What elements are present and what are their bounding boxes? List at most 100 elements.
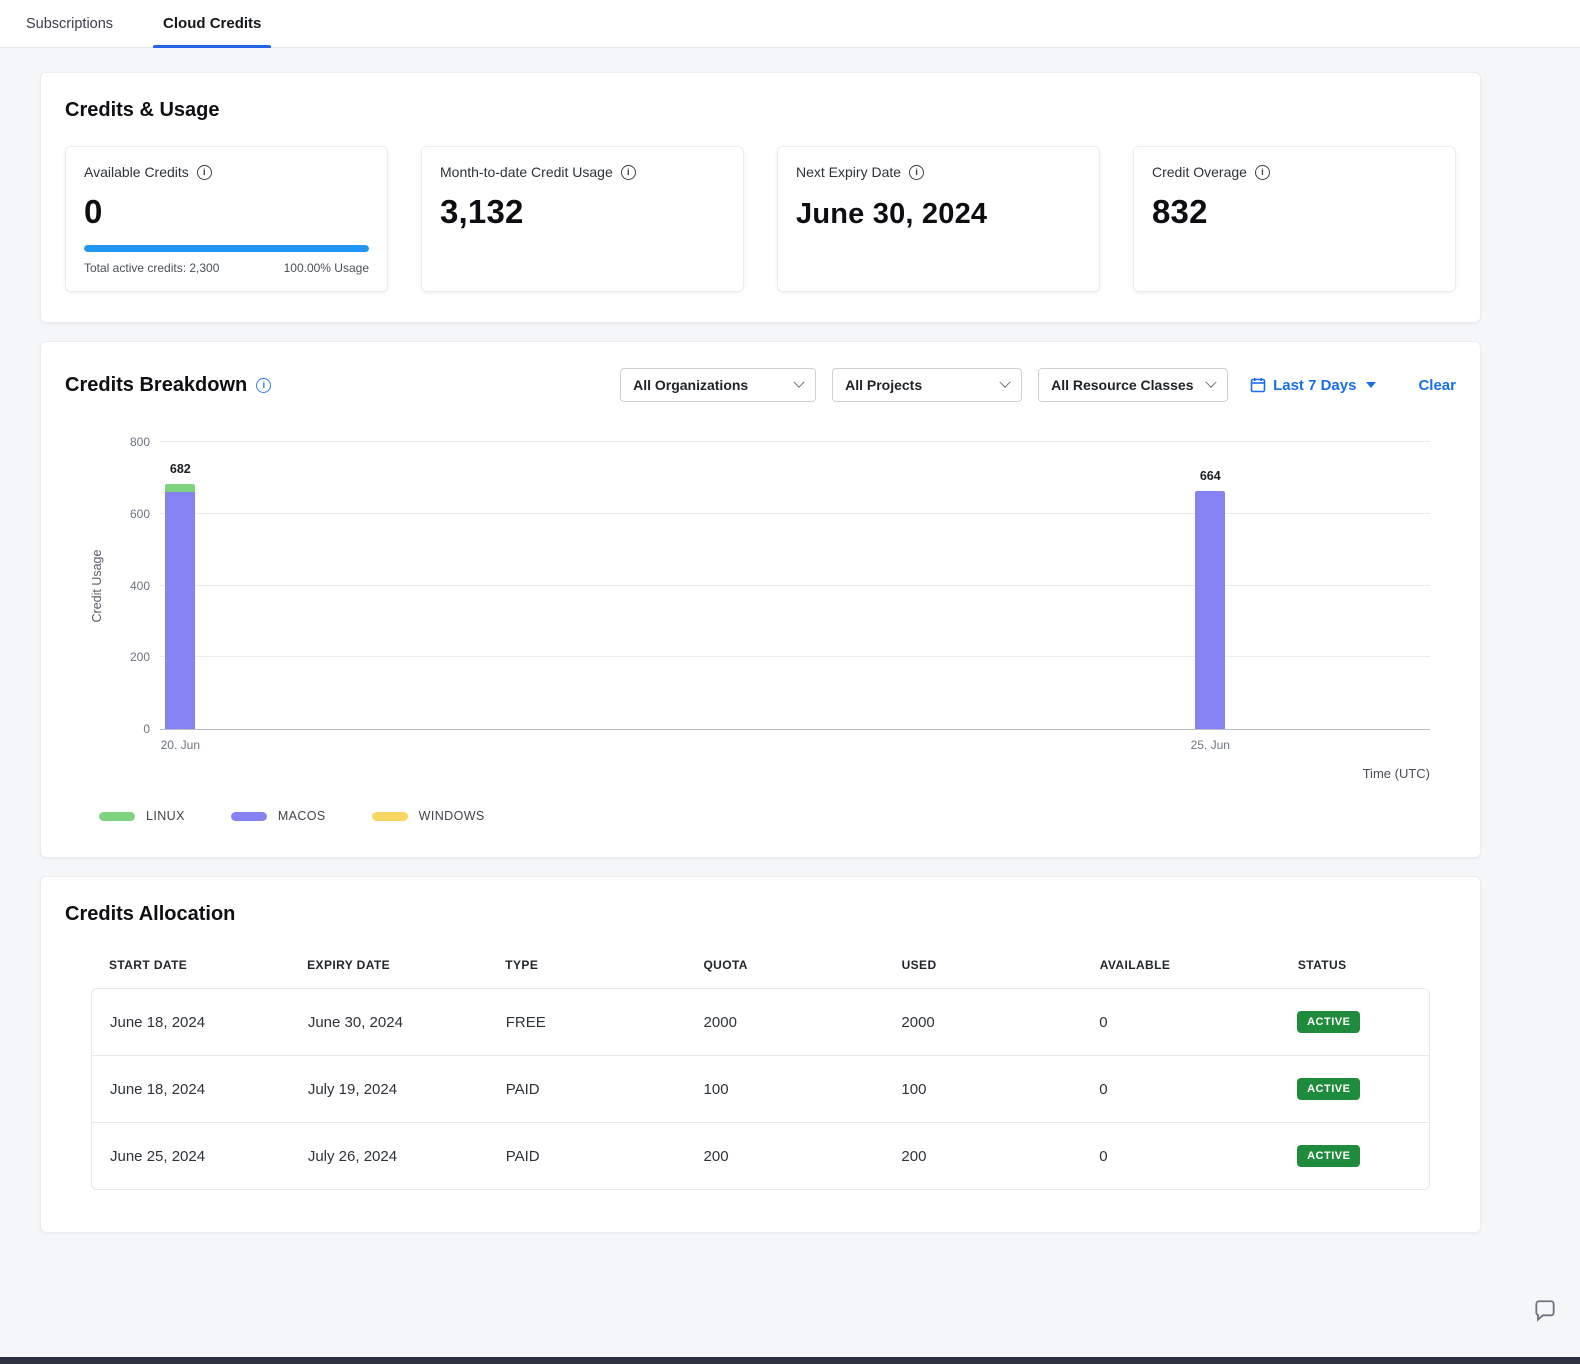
y-tick-label: 400 — [108, 579, 150, 593]
table-cell-available: 0 — [1081, 1148, 1279, 1165]
gridline — [160, 585, 1430, 586]
caret-down-icon — [1366, 382, 1376, 388]
table-cell-type: PAID — [488, 1148, 686, 1165]
table-cell-status: ACTIVE — [1279, 1011, 1429, 1033]
chevron-down-icon — [793, 377, 804, 388]
allocation-table-body: June 18, 2024June 30, 2024FREE200020000A… — [91, 988, 1430, 1190]
available-credits-value: 0 — [84, 193, 369, 231]
total-active-credits: Total active credits: 2,300 — [84, 261, 219, 275]
column-header: QUOTA — [685, 958, 883, 972]
top-tab-bar: Subscriptions Cloud Credits — [0, 0, 1580, 48]
clear-filters-button[interactable]: Clear — [1418, 377, 1456, 394]
table-cell-start: June 25, 2024 — [92, 1148, 290, 1165]
tab-subscriptions[interactable]: Subscriptions — [22, 0, 117, 47]
legend-label: LINUX — [146, 809, 185, 823]
table-cell-expiry: June 30, 2024 — [290, 1014, 488, 1031]
next-expiry-value: June 30, 2024 — [796, 198, 1081, 231]
mtd-usage-value: 3,132 — [440, 193, 725, 231]
legend-label: WINDOWS — [419, 809, 485, 823]
legend-swatch — [231, 812, 267, 821]
status-badge: ACTIVE — [1297, 1145, 1360, 1167]
bar-25-jun[interactable]: 664 — [1195, 491, 1225, 729]
stats-row: Available Credits 0 Total active credits… — [65, 146, 1456, 292]
feedback-chat-icon[interactable] — [1532, 1298, 1558, 1324]
resource-classes-filter[interactable]: All Resource Classes — [1038, 368, 1228, 402]
table-cell-used: 100 — [883, 1081, 1081, 1098]
table-cell-expiry: July 26, 2024 — [290, 1148, 488, 1165]
credits-allocation-panel: Credits Allocation START DATEEXPIRY DATE… — [40, 876, 1481, 1233]
credits-breakdown-panel: Credits Breakdown All Organizations All … — [40, 341, 1481, 858]
y-tick-label: 0 — [108, 722, 150, 736]
info-icon[interactable] — [197, 165, 212, 180]
info-icon[interactable] — [909, 165, 924, 180]
status-badge: ACTIVE — [1297, 1011, 1360, 1033]
projects-filter-label: All Projects — [845, 377, 922, 393]
organizations-filter-label: All Organizations — [633, 377, 748, 393]
column-header: USED — [884, 958, 1082, 972]
y-tick-label: 200 — [108, 650, 150, 664]
credits-usage-panel: Credits & Usage Available Credits 0 Tota… — [40, 72, 1481, 323]
tab-cloud-credits[interactable]: Cloud Credits — [153, 0, 271, 47]
table-cell-quota: 200 — [686, 1148, 884, 1165]
column-header: TYPE — [487, 958, 685, 972]
bar-value-label: 682 — [170, 462, 191, 476]
y-tick-label: 600 — [108, 507, 150, 521]
table-row: June 18, 2024July 19, 2024PAID1001000ACT… — [91, 1055, 1430, 1123]
table-cell-expiry: July 19, 2024 — [290, 1081, 488, 1098]
resource-classes-filter-label: All Resource Classes — [1051, 377, 1193, 393]
credits-progress-fill — [84, 245, 369, 252]
date-range-label: Last 7 Days — [1273, 377, 1356, 394]
table-cell-type: PAID — [488, 1081, 686, 1098]
allocation-table-header: START DATEEXPIRY DATETYPEQUOTAUSEDAVAILA… — [91, 958, 1430, 988]
date-range-filter[interactable]: Last 7 Days — [1250, 377, 1376, 394]
credit-usage-chart: Credit Usage 020040060080068220. Jun6642… — [65, 442, 1456, 823]
available-credits-card: Available Credits 0 Total active credits… — [65, 146, 388, 292]
calendar-icon — [1250, 377, 1266, 393]
mtd-usage-card: Month-to-date Credit Usage 3,132 — [421, 146, 744, 292]
chart-plot: Credit Usage 020040060080068220. Jun6642… — [160, 442, 1430, 730]
usage-percent: 100.00% Usage — [284, 261, 369, 275]
table-cell-quota: 2000 — [686, 1014, 884, 1031]
table-cell-used: 200 — [883, 1148, 1081, 1165]
chevron-down-icon — [999, 377, 1010, 388]
chart-y-axis-label: Credit Usage — [90, 541, 104, 631]
column-header: START DATE — [91, 958, 289, 972]
available-credits-label: Available Credits — [84, 164, 189, 180]
info-icon[interactable] — [1255, 165, 1270, 180]
projects-filter[interactable]: All Projects — [832, 368, 1022, 402]
column-header: STATUS — [1280, 958, 1430, 972]
page-content: Credits & Usage Available Credits 0 Tota… — [40, 72, 1481, 1233]
legend-item-macos[interactable]: MACOS — [231, 809, 326, 823]
credit-overage-card: Credit Overage 832 — [1133, 146, 1456, 292]
organizations-filter[interactable]: All Organizations — [620, 368, 816, 402]
table-cell-status: ACTIVE — [1279, 1078, 1429, 1100]
bar-segment-macos — [1195, 491, 1225, 729]
legend-swatch — [99, 812, 135, 821]
legend-item-windows[interactable]: WINDOWS — [372, 809, 485, 823]
bottom-edge-bar — [0, 1357, 1580, 1364]
chevron-down-icon — [1205, 377, 1216, 388]
credits-usage-title: Credits & Usage — [65, 99, 1456, 122]
info-icon[interactable] — [621, 165, 636, 180]
table-cell-start: June 18, 2024 — [92, 1081, 290, 1098]
status-badge: ACTIVE — [1297, 1078, 1360, 1100]
credits-allocation-table: START DATEEXPIRY DATETYPEQUOTAUSEDAVAILA… — [91, 958, 1430, 1190]
y-tick-label: 800 — [108, 435, 150, 449]
info-icon[interactable] — [256, 378, 271, 393]
legend-swatch — [372, 812, 408, 821]
table-row: June 25, 2024July 26, 2024PAID2002000ACT… — [91, 1122, 1430, 1190]
table-cell-type: FREE — [488, 1014, 686, 1031]
next-expiry-label: Next Expiry Date — [796, 164, 901, 180]
bar-20-jun[interactable]: 682 — [165, 484, 195, 729]
gridline — [160, 656, 1430, 657]
column-header: EXPIRY DATE — [289, 958, 487, 972]
table-cell-start: June 18, 2024 — [92, 1014, 290, 1031]
credit-overage-value: 832 — [1152, 193, 1437, 231]
gridline — [160, 441, 1430, 442]
x-tick-label: 25. Jun — [1191, 738, 1230, 752]
next-expiry-card: Next Expiry Date June 30, 2024 — [777, 146, 1100, 292]
legend-item-linux[interactable]: LINUX — [99, 809, 185, 823]
table-cell-available: 0 — [1081, 1014, 1279, 1031]
bar-value-label: 664 — [1200, 469, 1221, 483]
chart-x-axis-label: Time (UTC) — [65, 766, 1430, 781]
